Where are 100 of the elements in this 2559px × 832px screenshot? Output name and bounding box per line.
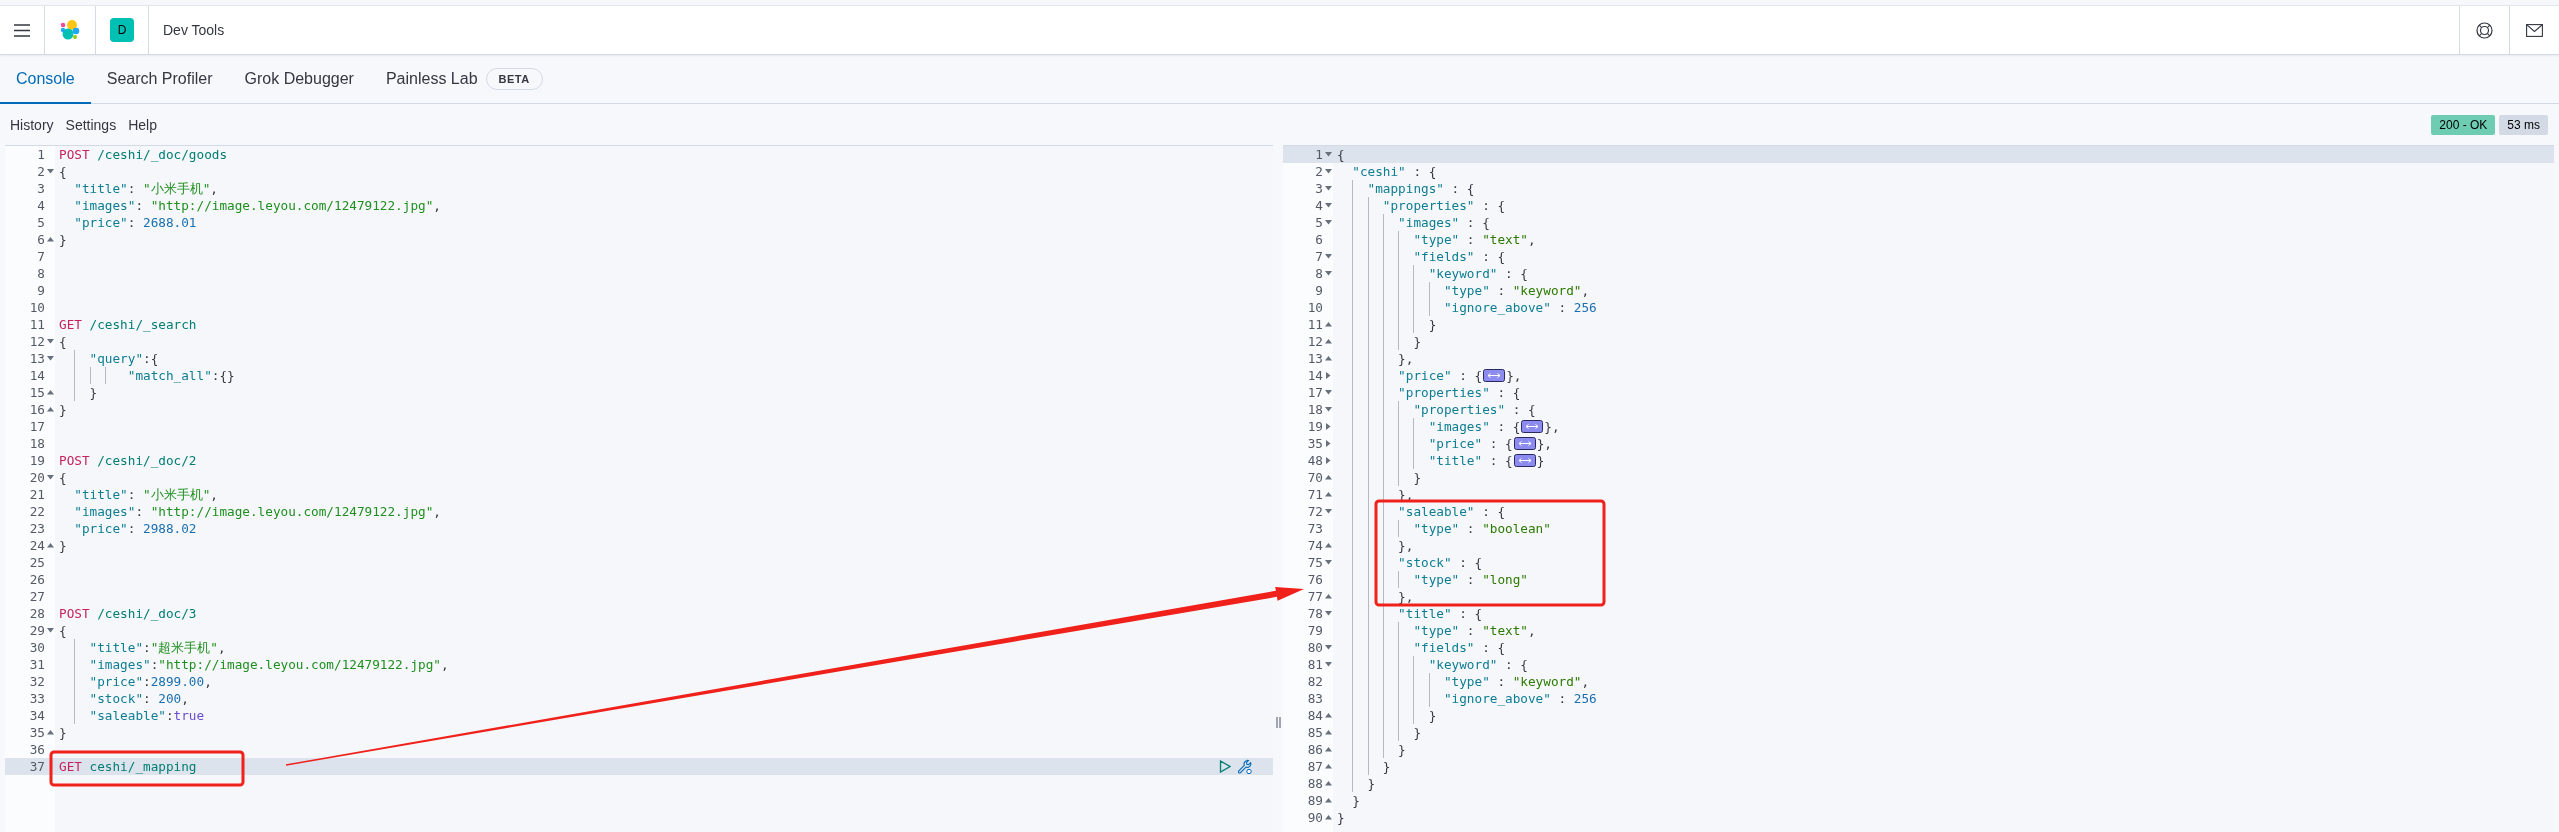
- json-key: "keyword": [1337, 265, 1498, 282]
- line-number: 86: [1306, 741, 1323, 758]
- fold-toggle-icon[interactable]: [1324, 390, 1332, 395]
- help-lifebuoy-icon[interactable]: [2476, 21, 2493, 39]
- fold-toggle-icon[interactable]: [1324, 594, 1332, 599]
- fold-toggle-icon[interactable]: [1324, 730, 1332, 735]
- line-number: 2: [36, 163, 45, 180]
- json-number: 2899.00: [150, 673, 205, 690]
- wrench-icon[interactable]: [1237, 758, 1253, 775]
- fold-toggle-icon[interactable]: [1324, 186, 1332, 191]
- json-punctuation: },: [1536, 435, 1552, 452]
- cluster-logo-icon[interactable]: [59, 19, 81, 41]
- tab[interactable]: Console: [0, 55, 91, 104]
- fold-toggle-icon[interactable]: [1324, 662, 1332, 667]
- json-punctuation: {: [59, 469, 67, 486]
- fold-toggle-icon[interactable]: [1325, 372, 1331, 379]
- fold-toggle-icon[interactable]: [46, 356, 54, 361]
- json-punctuation: : {: [1481, 197, 1506, 214]
- fold-toggle-icon[interactable]: [1324, 356, 1332, 361]
- collapsed-block-icon[interactable]: [1513, 454, 1536, 467]
- fold-toggle-icon[interactable]: [1324, 492, 1332, 497]
- toolbar-link[interactable]: Help: [124, 116, 161, 133]
- json-punctuation: }: [59, 401, 67, 418]
- space-avatar[interactable]: D: [110, 18, 134, 42]
- line-number: 90: [1306, 809, 1323, 826]
- json-key: "properties": [1337, 197, 1475, 214]
- line-number: 4: [36, 197, 45, 214]
- fold-toggle-icon[interactable]: [1324, 764, 1332, 769]
- json-key: "price": [59, 673, 144, 690]
- tab[interactable]: Grok Debugger: [228, 55, 370, 104]
- fold-toggle-icon[interactable]: [1324, 543, 1332, 548]
- json-punctuation: }: [1397, 741, 1406, 758]
- request-path: /ceshi/_doc/2: [96, 452, 197, 469]
- fold-toggle-icon[interactable]: [46, 169, 54, 174]
- line-number: 27: [28, 588, 45, 605]
- fold-toggle-icon[interactable]: [1325, 440, 1331, 447]
- fold-toggle-icon[interactable]: [46, 543, 54, 548]
- resize-handle-icon[interactable]: [1275, 717, 1281, 728]
- json-key: "properties": [1337, 384, 1490, 401]
- mail-icon[interactable]: [2526, 23, 2543, 37]
- fold-toggle-icon[interactable]: [1324, 611, 1332, 616]
- http-method: GET: [59, 758, 82, 775]
- line-number: 28: [28, 605, 45, 622]
- request-path: /ceshi/_search: [88, 316, 197, 333]
- json-punctuation: :: [135, 197, 145, 214]
- line-number: 16: [28, 401, 45, 418]
- json-punctuation: ,: [1581, 673, 1590, 690]
- json-punctuation: }: [1351, 792, 1360, 809]
- line-number: 75: [1306, 554, 1323, 571]
- menu-icon[interactable]: [14, 23, 30, 37]
- json-punctuation: :: [1465, 520, 1476, 537]
- fold-toggle-icon[interactable]: [1324, 747, 1332, 752]
- play-icon[interactable]: [1219, 760, 1231, 773]
- json-punctuation: : {: [1496, 418, 1521, 435]
- json-punctuation: },: [1397, 588, 1414, 605]
- line-number: 77: [1306, 588, 1323, 605]
- fold-toggle-icon[interactable]: [1325, 457, 1331, 464]
- fold-toggle-icon[interactable]: [1325, 423, 1331, 430]
- fold-toggle-icon[interactable]: [1324, 220, 1332, 225]
- fold-toggle-icon[interactable]: [1324, 203, 1332, 208]
- collapsed-block-icon[interactable]: [1513, 437, 1536, 450]
- fold-toggle-icon[interactable]: [46, 407, 54, 412]
- fold-toggle-icon[interactable]: [1324, 645, 1332, 650]
- json-key: "ceshi": [1337, 163, 1406, 180]
- fold-toggle-icon[interactable]: [46, 237, 54, 242]
- status-badge: 200 - OK: [2431, 114, 2496, 135]
- json-punctuation: }: [1536, 452, 1545, 469]
- fold-toggle-icon[interactable]: [1324, 407, 1332, 412]
- fold-toggle-icon[interactable]: [1324, 254, 1332, 259]
- fold-toggle-icon[interactable]: [1324, 322, 1332, 327]
- fold-toggle-icon[interactable]: [1324, 713, 1332, 718]
- fold-toggle-icon[interactable]: [46, 475, 54, 480]
- http-method: POST: [59, 605, 90, 622]
- json-string: "text": [1482, 231, 1528, 248]
- json-punctuation: {: [1337, 146, 1345, 163]
- fold-toggle-icon[interactable]: [1324, 798, 1332, 803]
- fold-toggle-icon[interactable]: [1324, 781, 1332, 786]
- fold-toggle-icon[interactable]: [46, 339, 54, 344]
- fold-toggle-icon[interactable]: [1324, 152, 1332, 157]
- toolbar-link[interactable]: History: [6, 116, 58, 133]
- fold-toggle-icon[interactable]: [1324, 271, 1332, 276]
- fold-toggle-icon[interactable]: [46, 390, 54, 395]
- fold-toggle-icon[interactable]: [1324, 509, 1332, 514]
- tab[interactable]: Search Profiler: [90, 55, 229, 104]
- toolbar-link[interactable]: Settings: [61, 116, 121, 133]
- fold-toggle-icon[interactable]: [1324, 475, 1332, 480]
- fold-toggle-icon[interactable]: [46, 730, 54, 735]
- json-punctuation: :: [1465, 571, 1476, 588]
- fold-toggle-icon[interactable]: [1324, 169, 1332, 174]
- json-punctuation: :: [143, 690, 152, 707]
- json-string: "boolean": [1482, 520, 1551, 537]
- fold-toggle-icon[interactable]: [1324, 815, 1332, 820]
- json-string: "keyword": [1512, 282, 1582, 299]
- collapsed-block-icon[interactable]: [1521, 420, 1544, 433]
- json-punctuation: ,: [217, 639, 226, 656]
- fold-toggle-icon[interactable]: [46, 628, 54, 633]
- fold-toggle-icon[interactable]: [1324, 339, 1332, 344]
- fold-toggle-icon[interactable]: [1324, 560, 1332, 565]
- json-string: "小米手机": [143, 180, 211, 197]
- collapsed-block-icon[interactable]: [1483, 369, 1506, 382]
